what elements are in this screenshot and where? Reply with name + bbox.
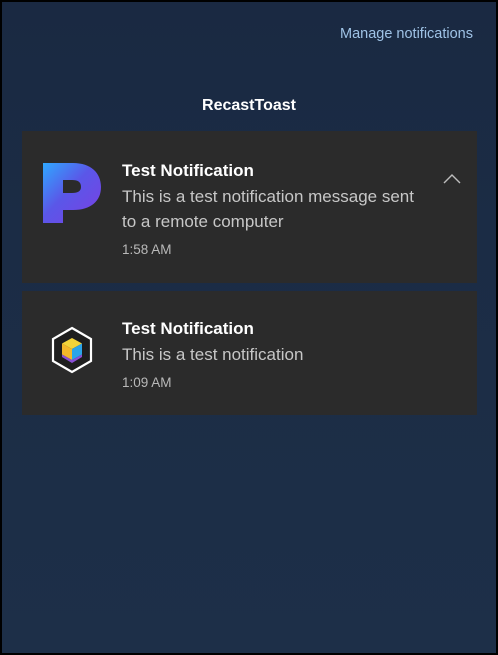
notification-card[interactable]: Test Notification This is a test notific…: [22, 131, 477, 283]
notification-message: This is a test notification message sent…: [122, 187, 414, 231]
notification-title: Test Notification: [122, 161, 254, 180]
notification-time: 1:09 AM: [122, 375, 172, 390]
chevron-up-icon[interactable]: [443, 173, 461, 185]
notification-title: Test Notification: [122, 319, 254, 338]
cube-hexagon-icon: [51, 326, 93, 374]
manage-notifications-link[interactable]: Manage notifications: [340, 26, 473, 42]
notification-time: 1:58 AM: [122, 242, 172, 257]
notification-card[interactable]: Test Notification This is a test notific…: [22, 291, 477, 415]
app-group-title: RecastToast: [202, 97, 296, 114]
notification-message: This is a test notification: [122, 345, 304, 364]
notification-center: Manage notifications RecastToast Test No…: [0, 0, 498, 655]
p-logo-icon: [43, 163, 101, 223]
